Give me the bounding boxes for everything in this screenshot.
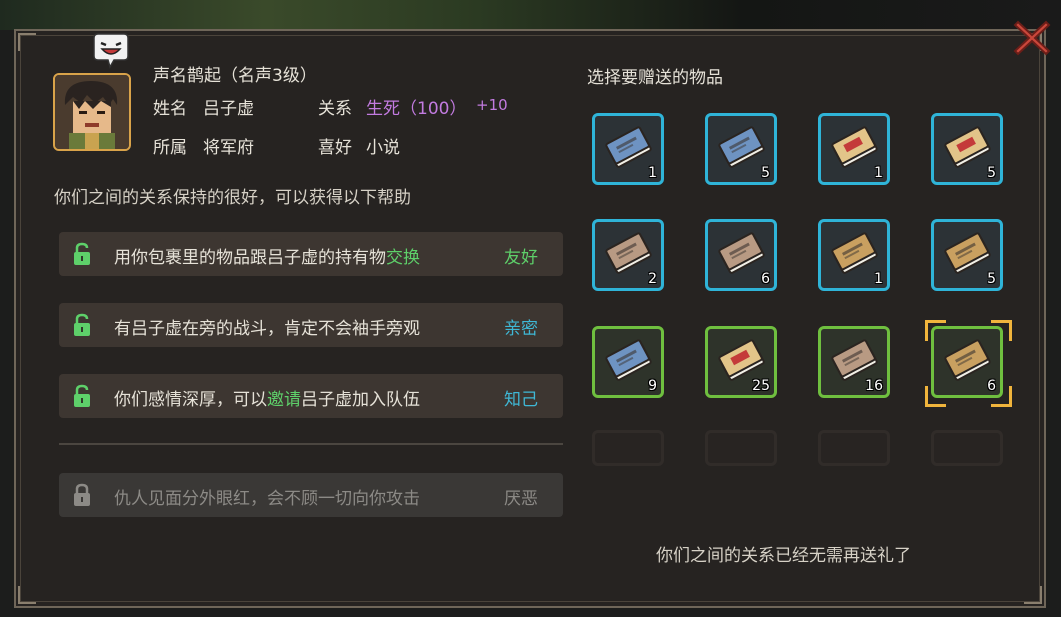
item-slot[interactable]: 9 — [592, 326, 664, 398]
name-label: 姓名 — [153, 99, 187, 119]
benefit-row-assist: 有吕子虚在旁的战斗，肯定不会袖手旁观 亲密 — [59, 303, 563, 347]
book-brown-icon — [831, 339, 878, 381]
item-quantity: 5 — [761, 165, 770, 181]
item-slot[interactable]: 6 — [705, 219, 777, 291]
book-tan-red-icon — [718, 339, 765, 381]
item-quantity: 9 — [648, 378, 657, 394]
item-quantity: 2 — [648, 271, 657, 287]
selection-bracket — [991, 386, 1012, 407]
background-scene — [0, 0, 1061, 30]
hobby-value: 小说 — [366, 138, 400, 158]
item-quantity: 1 — [874, 165, 883, 181]
unlocked-icon — [74, 384, 90, 407]
frame-corner — [18, 586, 36, 604]
book-blue-icon — [605, 339, 652, 381]
empty-slot — [818, 430, 890, 466]
benefit-row-hostile: 仇人见面分外眼红，会不顾一切向你攻击 厌恶 — [59, 473, 563, 517]
book-blue-icon — [718, 126, 765, 168]
empty-slot — [931, 430, 1003, 466]
relation-label: 关系 — [318, 99, 352, 119]
faction-label: 所属 — [153, 138, 187, 158]
laughing-face-icon — [93, 33, 129, 69]
relation-value: 生死（100） — [366, 99, 467, 119]
frame-corner — [18, 33, 36, 51]
item-slot[interactable]: 5 — [705, 113, 777, 185]
item-slot[interactable]: 5 — [931, 113, 1003, 185]
selection-bracket — [925, 386, 946, 407]
benefit-text: 用你包裹里的物品跟吕子虚的持有物交换 — [114, 248, 420, 268]
item-slot[interactable]: 25 — [705, 326, 777, 398]
close-icon — [1013, 20, 1051, 56]
faction-value: 将军府 — [203, 138, 254, 158]
emote-bubble — [90, 32, 132, 70]
item-slot[interactable]: 5 — [931, 219, 1003, 291]
benefit-text: 你们感情深厚，可以邀请吕子虚加入队伍 — [114, 390, 420, 410]
book-gold-icon — [944, 339, 991, 381]
hobby-label: 喜好 — [318, 138, 352, 158]
character-name: 吕子虚 — [203, 99, 254, 119]
book-brown-icon — [605, 232, 652, 274]
section-divider — [59, 443, 563, 445]
empty-slot — [592, 430, 664, 466]
item-slot[interactable]: 1 — [818, 113, 890, 185]
unlocked-icon — [74, 313, 90, 336]
book-tan-red-icon — [944, 126, 991, 168]
portrait-icon — [55, 75, 129, 149]
unlocked-icon — [74, 242, 90, 265]
book-blue-icon — [605, 126, 652, 168]
item-quantity: 1 — [648, 165, 657, 181]
book-gold-icon — [944, 232, 991, 274]
item-quantity: 1 — [874, 271, 883, 287]
relationship-description: 你们之间的关系保持的很好，可以获得以下帮助 — [54, 188, 411, 208]
benefit-text: 有吕子虚在旁的战斗，肯定不会袖手旁观 — [114, 319, 420, 339]
item-quantity: 16 — [865, 378, 883, 394]
benefit-level: 知己 — [504, 390, 538, 410]
selection-bracket — [925, 320, 946, 341]
fame-title: 声名鹊起（名声3级） — [153, 66, 317, 86]
item-slot[interactable]: 1 — [592, 113, 664, 185]
book-gold-icon — [831, 232, 878, 274]
frame-corner — [1024, 586, 1042, 604]
lock-icon — [74, 483, 90, 506]
empty-slot — [705, 430, 777, 466]
item-slot[interactable]: 2 — [592, 219, 664, 291]
item-quantity: 5 — [987, 271, 996, 287]
benefit-row-trade: 用你包裹里的物品跟吕子虚的持有物交换 友好 — [59, 232, 563, 276]
item-quantity: 5 — [987, 165, 996, 181]
benefit-level: 亲密 — [504, 319, 538, 339]
benefit-level: 厌恶 — [504, 489, 538, 509]
close-button[interactable] — [1012, 18, 1052, 58]
benefit-row-invite: 你们感情深厚，可以邀请吕子虚加入队伍 知己 — [59, 374, 563, 418]
item-slot[interactable]: 1 — [818, 219, 890, 291]
book-tan-red-icon — [831, 126, 878, 168]
book-brown-icon — [718, 232, 765, 274]
benefit-text: 仇人见面分外眼红，会不顾一切向你攻击 — [114, 489, 420, 509]
item-quantity: 6 — [761, 271, 770, 287]
benefit-level: 友好 — [504, 248, 538, 268]
selection-bracket — [991, 320, 1012, 341]
relation-bonus: +10 — [476, 96, 508, 114]
gift-section-title: 选择要赠送的物品 — [587, 68, 723, 88]
item-slot[interactable]: 16 — [818, 326, 890, 398]
character-portrait — [53, 73, 131, 151]
item-quantity: 25 — [752, 378, 770, 394]
footer-note: 你们之间的关系已经无需再送礼了 — [656, 546, 911, 566]
